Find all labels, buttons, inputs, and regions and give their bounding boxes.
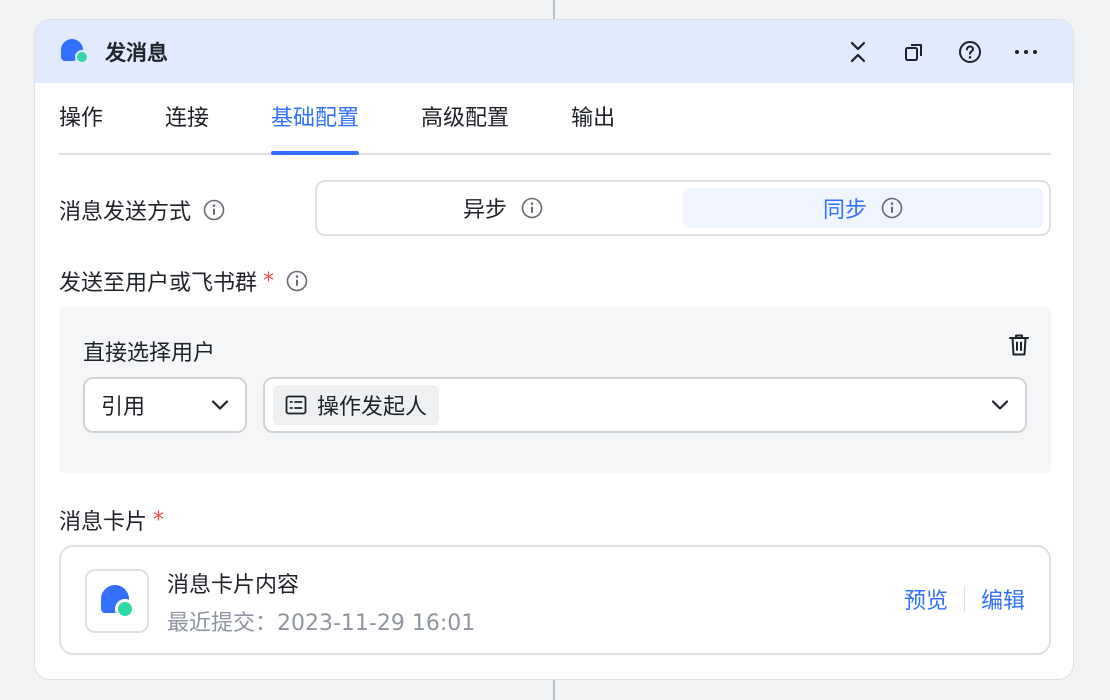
preview-link[interactable]: 预览 (904, 583, 948, 615)
message-card-title: 消息卡片内容 (167, 573, 300, 598)
recipient-value-label: 操作发起人 (317, 395, 428, 420)
recipient-box: 直接选择用户 引用 操作发起人 (59, 307, 1051, 473)
tab-basic-config[interactable]: 基础配置 (271, 83, 360, 155)
send-mode-sync-option[interactable]: 同步 (683, 188, 1043, 228)
required-mark: * (153, 507, 165, 533)
info-icon[interactable] (286, 270, 308, 292)
message-card-item: 消息卡片内容 最近提交：2023-11-29 16:01 预览 编辑 (59, 545, 1051, 655)
edit-link[interactable]: 编辑 (981, 583, 1025, 615)
help-button[interactable] (953, 35, 987, 69)
tab-output[interactable]: 输出 (571, 83, 615, 153)
reference-type-select[interactable]: 引用 (83, 377, 247, 433)
message-card-label: 消息卡片 (59, 510, 148, 535)
message-bubble-icon (85, 569, 149, 633)
trash-icon (1009, 334, 1029, 356)
copy-icon (905, 43, 922, 61)
collapse-button[interactable] (841, 35, 875, 69)
info-icon[interactable] (203, 199, 225, 221)
config-tabs: 操作 连接 基础配置 高级配置 输出 (59, 83, 1051, 155)
chevron-down-icon (991, 399, 1009, 411)
panel-header: 发消息 (35, 20, 1073, 83)
delete-button[interactable] (1005, 331, 1033, 359)
flow-connector-top (553, 0, 555, 20)
message-card-row-label: 消息卡片 * (59, 504, 164, 536)
send-message-node-panel: 发消息 操作 连接 基础配置 高级配置 输出 消息发送方式 异步 同步 发送至用… (34, 19, 1074, 680)
send-mode-segmented-control: 异步 同步 (315, 180, 1051, 236)
reference-type-value: 引用 (101, 395, 146, 420)
recipient-value-select[interactable]: 操作发起人 (263, 377, 1027, 433)
more-icon (1015, 49, 1037, 54)
message-card-last-submitted: 最近提交：2023-11-29 16:01 (167, 611, 476, 636)
flow-connector-bottom (553, 680, 555, 700)
info-icon[interactable] (521, 197, 543, 219)
help-icon (959, 40, 981, 63)
send-mode-label: 消息发送方式 (59, 200, 192, 225)
recipient-row-label: 发送至用户或飞书群 * (59, 265, 308, 297)
list-icon (285, 395, 307, 415)
recipient-value-tag[interactable]: 操作发起人 (273, 385, 440, 425)
copy-button[interactable] (897, 35, 931, 69)
panel-title: 发消息 (105, 40, 168, 65)
divider (963, 586, 965, 612)
required-mark: * (263, 268, 275, 294)
message-bubble-icon (59, 37, 89, 67)
more-button[interactable] (1009, 35, 1043, 69)
recipient-label: 发送至用户或飞书群 (59, 271, 258, 296)
chevron-down-icon (211, 400, 229, 410)
async-option-label: 异步 (462, 198, 507, 223)
tab-advanced-config[interactable]: 高级配置 (421, 83, 509, 153)
message-card-actions: 预览 编辑 (904, 583, 1025, 615)
info-icon[interactable] (881, 197, 903, 219)
sync-option-label: 同步 (822, 198, 867, 223)
recipient-box-title: 直接选择用户 (83, 341, 216, 366)
collapse-icon (850, 41, 866, 62)
send-mode-async-option[interactable]: 异步 (323, 188, 683, 228)
send-mode-row-label: 消息发送方式 (59, 194, 225, 226)
tab-operation[interactable]: 操作 (59, 83, 103, 153)
tab-connection[interactable]: 连接 (165, 83, 209, 153)
